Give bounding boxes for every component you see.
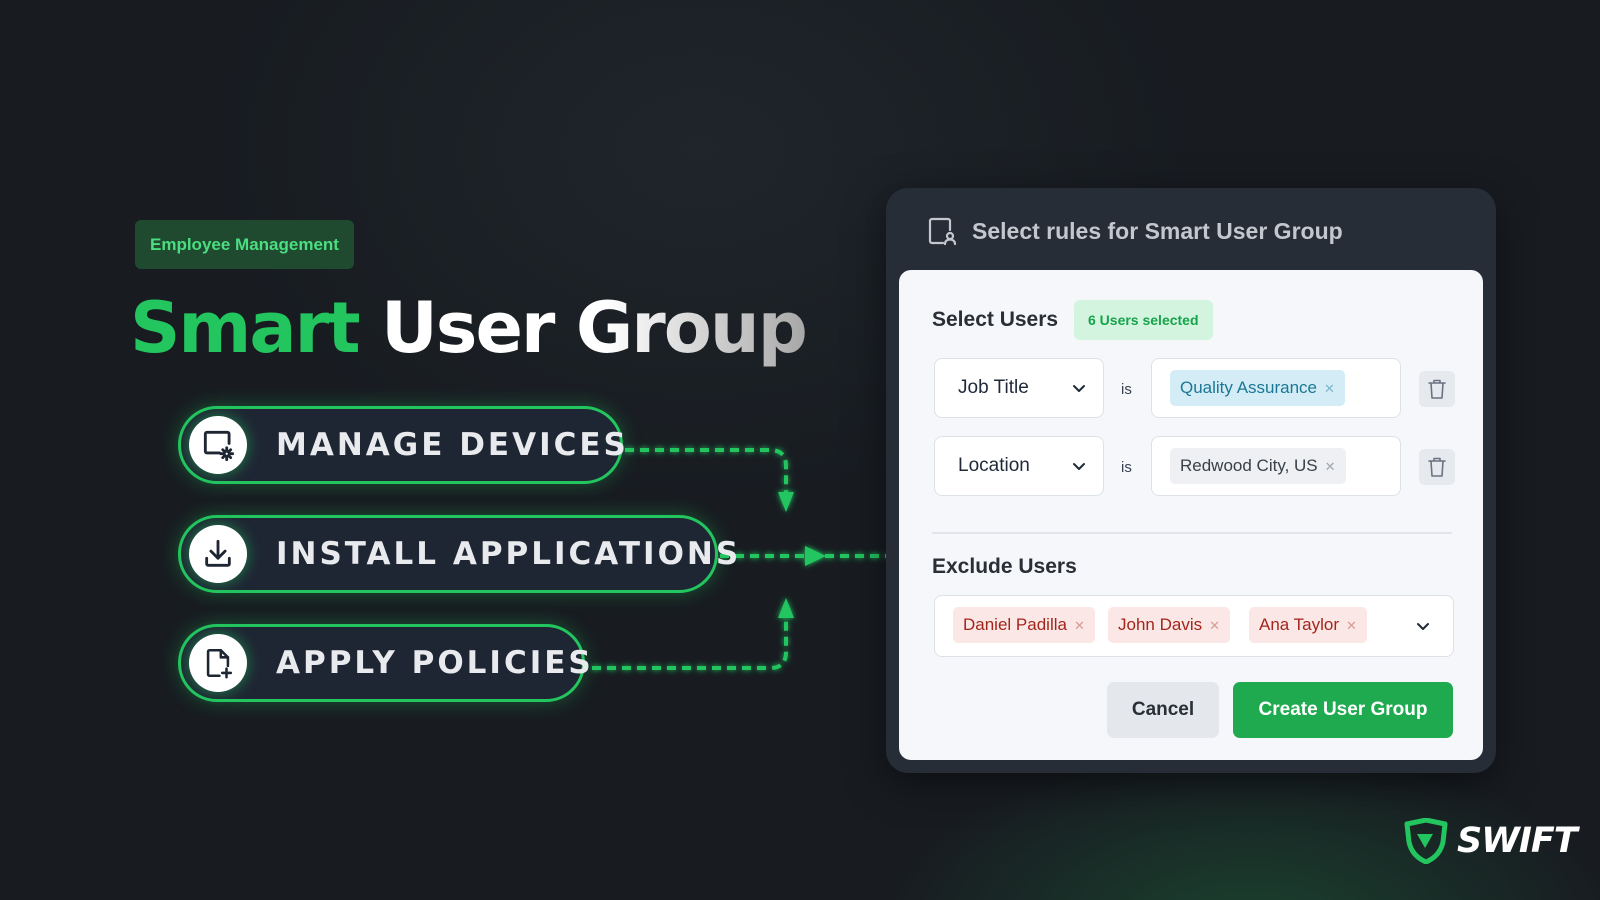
connector-line-1 bbox=[625, 448, 788, 505]
rule-operator: is bbox=[1121, 459, 1132, 476]
rule-operator: is bbox=[1121, 381, 1132, 398]
chevron-down-icon bbox=[1073, 385, 1085, 392]
feature-apply-policies: APPLY POLICIES bbox=[178, 624, 591, 702]
trash-icon bbox=[1428, 379, 1446, 399]
excluded-user-chip: John Davis ✕ bbox=[1108, 607, 1231, 643]
download-icon bbox=[189, 525, 247, 583]
value-chip: Redwood City, US ✕ bbox=[1170, 448, 1346, 484]
remove-chip-icon[interactable]: ✕ bbox=[1324, 381, 1335, 396]
remove-chip-icon[interactable]: ✕ bbox=[1209, 618, 1220, 633]
value-chip: Quality Assurance ✕ bbox=[1170, 370, 1345, 406]
brand-logo: SWIFT bbox=[1403, 818, 1578, 864]
rule-field-value: Location bbox=[958, 455, 1030, 476]
dialog-header: Select rules for Smart User Group bbox=[926, 206, 1343, 256]
select-users-heading: Select Users bbox=[932, 308, 1059, 331]
smart-group-dialog: Select rules for Smart User Group Select… bbox=[886, 188, 1496, 773]
dialog-title: Select rules for Smart User Group bbox=[972, 217, 1343, 244]
feature-install-applications: INSTALL APPLICATIONS bbox=[178, 515, 738, 593]
dialog-body: Select Users 6 Users selected Job Title … bbox=[899, 270, 1483, 760]
rule-value-input[interactable]: Redwood City, US ✕ bbox=[1151, 436, 1401, 496]
file-add-icon bbox=[189, 634, 247, 692]
feature-manage-devices: MANAGE DEVICES bbox=[178, 406, 626, 484]
user-device-icon bbox=[928, 217, 957, 246]
delete-rule-button[interactable] bbox=[1419, 449, 1455, 485]
chip-label: Daniel Padilla bbox=[963, 615, 1067, 634]
chevron-down-icon bbox=[1073, 463, 1085, 470]
users-selected-badge: 6 Users selected bbox=[1074, 300, 1213, 340]
rule-field-value: Job Title bbox=[958, 377, 1029, 398]
cancel-button[interactable]: Cancel bbox=[1107, 682, 1219, 738]
rule-field-dropdown[interactable]: Job Title bbox=[934, 358, 1104, 418]
chip-label: Redwood City, US bbox=[1180, 456, 1318, 475]
excluded-user-chip: Ana Taylor ✕ bbox=[1249, 607, 1367, 643]
exclude-users-heading: Exclude Users bbox=[932, 555, 1077, 578]
remove-chip-icon[interactable]: ✕ bbox=[1325, 459, 1336, 474]
section-divider bbox=[932, 532, 1452, 534]
chip-label: Quality Assurance bbox=[1180, 378, 1318, 397]
brand-name: SWIFT bbox=[1457, 821, 1578, 861]
chevron-down-icon[interactable] bbox=[1415, 618, 1431, 634]
create-user-group-button[interactable]: Create User Group bbox=[1233, 682, 1453, 738]
excluded-user-chip: Daniel Padilla ✕ bbox=[953, 607, 1095, 643]
arrow-up bbox=[778, 598, 794, 618]
arrow-right bbox=[805, 546, 826, 566]
rule-field-dropdown[interactable]: Location bbox=[934, 436, 1104, 496]
rule-value-input[interactable]: Quality Assurance ✕ bbox=[1151, 358, 1401, 418]
chip-label: Ana Taylor bbox=[1259, 615, 1340, 634]
device-settings-icon bbox=[189, 416, 247, 474]
exclude-users-select[interactable]: Daniel Padilla ✕ John Davis ✕ Ana Taylor ✕ bbox=[934, 595, 1454, 657]
feature-label: INSTALL APPLICATIONS bbox=[276, 536, 742, 572]
connector-line-3 bbox=[592, 612, 788, 670]
delete-rule-button[interactable] bbox=[1419, 371, 1455, 407]
arrow-down bbox=[778, 492, 794, 512]
feature-label: MANAGE DEVICES bbox=[276, 427, 629, 463]
trash-icon bbox=[1428, 457, 1446, 477]
remove-chip-icon[interactable]: ✕ bbox=[1346, 618, 1357, 633]
chip-label: John Davis bbox=[1118, 615, 1203, 634]
shield-logo-icon bbox=[1404, 818, 1448, 864]
remove-chip-icon[interactable]: ✕ bbox=[1074, 618, 1085, 633]
feature-label: APPLY POLICIES bbox=[276, 645, 594, 681]
